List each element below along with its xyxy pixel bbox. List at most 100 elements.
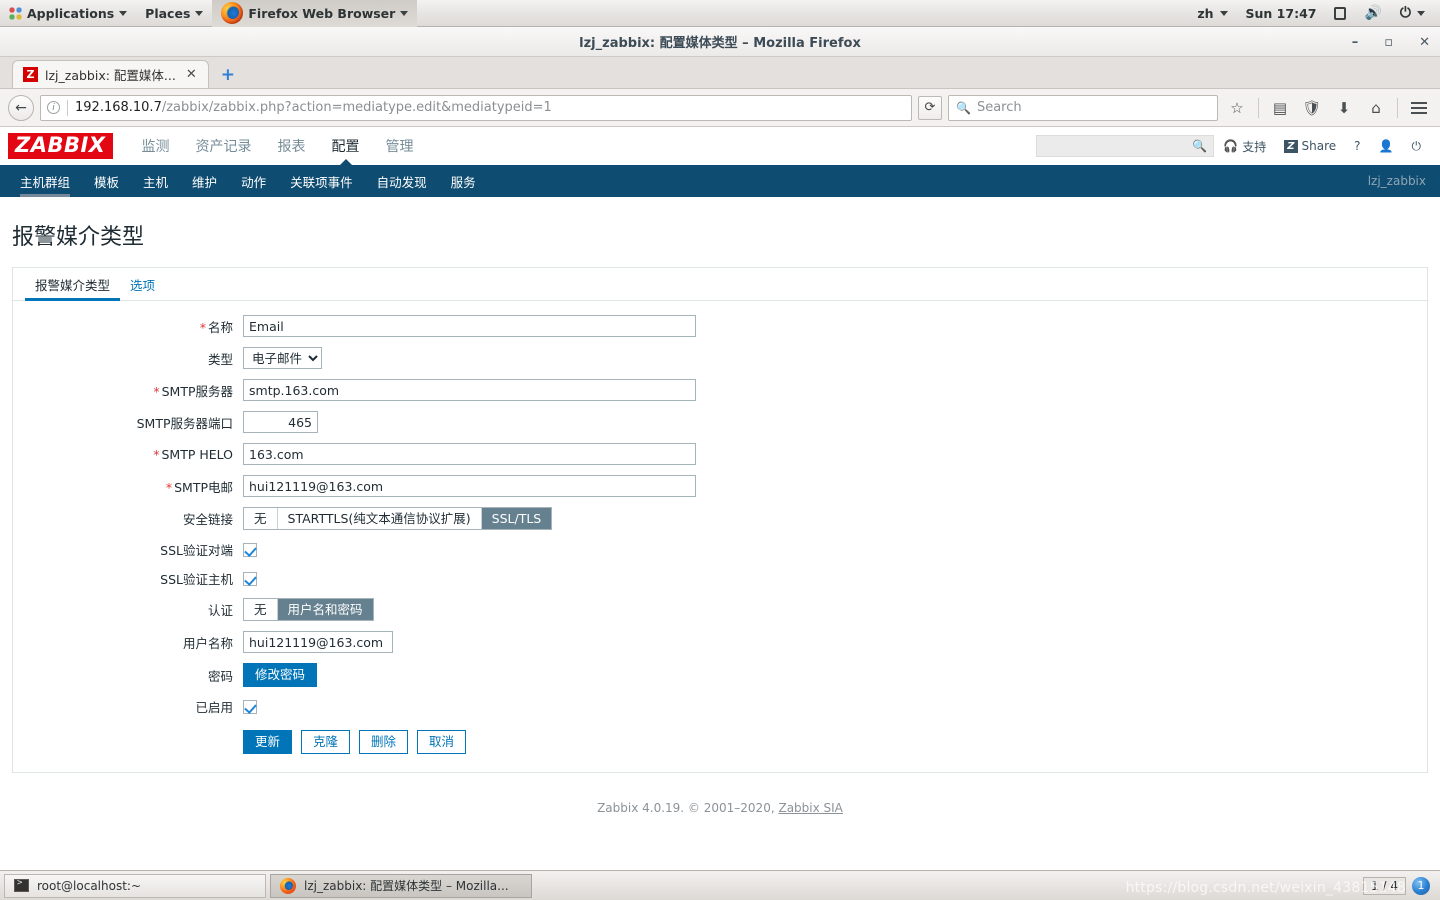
share-button[interactable]: Z Share: [1275, 127, 1345, 165]
type-select[interactable]: 电子邮件: [243, 347, 322, 369]
sub-menu-item-services[interactable]: 服务: [439, 165, 488, 197]
sub-menu-item-maintenance[interactable]: 维护: [180, 165, 229, 197]
sub-menu-item-event-correlation[interactable]: 关联项事件: [278, 165, 365, 197]
form-tabs: 报警媒介类型 选项: [13, 268, 1427, 301]
main-menu-item-monitoring[interactable]: 监测: [129, 127, 183, 165]
search-input[interactable]: 🔍 Search: [948, 94, 1218, 121]
smtp-email-input[interactable]: [243, 475, 696, 497]
security-option-starttls[interactable]: STARTTLS(纯文本通信协议扩展): [277, 508, 482, 529]
smtp-port-input[interactable]: [243, 411, 318, 433]
taskbar-item-firefox[interactable]: lzj_zabbix: 配置媒体类型 – Mozilla...: [270, 873, 532, 898]
cancel-button[interactable]: 取消: [417, 730, 467, 754]
home-icon[interactable]: ⌂: [1363, 95, 1389, 121]
auth-option-username-password[interactable]: 用户名和密码: [277, 599, 373, 620]
control-enabled: [243, 699, 257, 714]
form-action-buttons: 更新 克隆 删除 取消: [243, 730, 467, 754]
new-tab-button[interactable]: +: [221, 65, 235, 85]
clock[interactable]: Sun 17:47: [1237, 0, 1326, 27]
back-arrow-icon[interactable]: ←: [8, 94, 34, 121]
required-marker: *: [153, 383, 160, 399]
control-ssl-verify-host: [243, 571, 257, 586]
reload-icon[interactable]: ⟳: [918, 95, 942, 120]
zabbix-logo[interactable]: ZABBIX: [8, 133, 113, 159]
star-icon[interactable]: ☆: [1224, 95, 1250, 121]
ssl-verify-host-checkbox[interactable]: [243, 571, 257, 586]
zabbix-search-input[interactable]: 🔍: [1036, 135, 1215, 157]
main-menu-item-reports[interactable]: 报表: [265, 127, 319, 165]
change-password-button[interactable]: 修改密码: [243, 663, 318, 687]
zabbix-sia-link[interactable]: Zabbix SIA: [778, 801, 842, 815]
form-row-enabled: 已启用: [13, 697, 1427, 716]
name-input[interactable]: [243, 315, 696, 337]
security-option-none[interactable]: 无: [244, 508, 278, 529]
username-input[interactable]: [243, 631, 393, 653]
language-indicator[interactable]: zh: [1188, 0, 1236, 27]
volume-icon[interactable]: 🔊: [1355, 0, 1390, 27]
current-user-label[interactable]: lzj_zabbix: [1368, 174, 1440, 188]
tray-notification-badge[interactable]: 1: [1412, 876, 1430, 895]
browser-tab[interactable]: Z lzj_zabbix: 配置媒体... ✕: [12, 60, 209, 88]
taskbar-item-terminal[interactable]: root@localhost:~: [4, 873, 266, 898]
url-text: 192.168.10.7/zabbix/zabbix.php?action=me…: [75, 100, 552, 115]
page-info-icon[interactable]: i: [47, 101, 60, 114]
taskbar-item-label: lzj_zabbix: 配置媒体类型 – Mozilla...: [304, 879, 509, 893]
connection-security-segmented: 无 STARTTLS(纯文本通信协议扩展) SSL/TLS: [243, 507, 553, 530]
control-connection-security: 无 STARTTLS(纯文本通信协议扩展) SSL/TLS: [243, 507, 553, 530]
label-smtp-port: SMTP服务器端口: [136, 415, 233, 431]
main-menu-item-administration[interactable]: 管理: [373, 127, 427, 165]
download-icon[interactable]: ⬇: [1331, 95, 1357, 121]
smtp-helo-input[interactable]: [243, 443, 696, 465]
tab-options[interactable]: 选项: [120, 268, 165, 300]
minimize-button[interactable]: –: [1352, 36, 1359, 49]
form-row-authentication: 认证 无 用户名和密码: [13, 598, 1427, 621]
page-footer: Zabbix 4.0.19. © 2001–2020, Zabbix SIA: [0, 773, 1440, 815]
delete-button[interactable]: 删除: [359, 730, 409, 754]
sub-menu-item-actions[interactable]: 动作: [229, 165, 278, 197]
network-glyph: [1334, 6, 1347, 20]
main-menu-item-configuration[interactable]: 配置: [319, 127, 373, 166]
zabbix-share-icon: Z: [1284, 139, 1298, 153]
sub-menu-item-host-groups[interactable]: 主机群组: [8, 165, 82, 197]
help-button[interactable]: ?: [1345, 127, 1369, 165]
network-icon[interactable]: [1325, 0, 1355, 27]
shield-icon[interactable]: 🛡: [1299, 95, 1325, 121]
close-button[interactable]: ✕: [1419, 36, 1430, 49]
gnome-top-bar: Applications Places Firefox Web Browser …: [0, 0, 1440, 27]
support-button[interactable]: 🎧 支持: [1214, 127, 1275, 165]
url-bar[interactable]: i 192.168.10.7/zabbix/zabbix.php?action=…: [40, 94, 912, 121]
active-app-menu[interactable]: Firefox Web Browser: [212, 0, 418, 27]
sub-menu-item-discovery[interactable]: 自动发现: [365, 165, 439, 197]
power-icon[interactable]: ⏻: [1391, 0, 1434, 27]
label-authentication: 认证: [207, 603, 233, 618]
search-icon[interactable]: 🔍: [1192, 139, 1207, 153]
ssl-verify-peer-checkbox[interactable]: [243, 542, 257, 557]
required-marker: *: [165, 479, 173, 495]
library-icon[interactable]: ▤: [1267, 95, 1293, 121]
applications-menu[interactable]: Applications: [0, 0, 136, 27]
places-menu[interactable]: Places: [136, 0, 212, 27]
clone-button[interactable]: 克隆: [301, 730, 351, 754]
menu-icon[interactable]: [1406, 95, 1432, 121]
enabled-checkbox[interactable]: [243, 699, 257, 714]
label-smtp-helo-text: SMTP HELO: [161, 446, 233, 462]
tab-close-icon[interactable]: ✕: [183, 67, 200, 82]
gnome-status-area: zh Sun 17:47 🔊 ⏻: [1188, 0, 1440, 27]
label-type: 类型: [207, 351, 233, 367]
places-label: Places: [145, 5, 191, 21]
label-smtp-server-text: SMTP服务器: [161, 383, 233, 399]
sign-out-icon[interactable]: ⏻: [1403, 127, 1431, 165]
security-option-ssltls[interactable]: SSL/TLS: [481, 508, 552, 529]
maximize-button[interactable]: ▫: [1384, 36, 1393, 49]
control-smtp-email: [243, 475, 696, 497]
update-button[interactable]: 更新: [243, 730, 293, 754]
label-username: 用户名称: [182, 635, 233, 651]
main-menu-item-inventory[interactable]: 资产记录: [183, 127, 265, 165]
smtp-server-input[interactable]: [243, 379, 696, 401]
label-name-text: 名称: [207, 319, 233, 335]
tab-media-type[interactable]: 报警媒介类型: [25, 268, 121, 301]
sub-menu-item-templates[interactable]: 模板: [82, 165, 131, 197]
auth-option-none[interactable]: 无: [244, 599, 278, 620]
sub-menu-item-hosts[interactable]: 主机: [131, 165, 180, 197]
workspace-switcher[interactable]: 1 / 4: [1363, 876, 1406, 895]
user-profile-icon[interactable]: 👤: [1370, 127, 1403, 165]
